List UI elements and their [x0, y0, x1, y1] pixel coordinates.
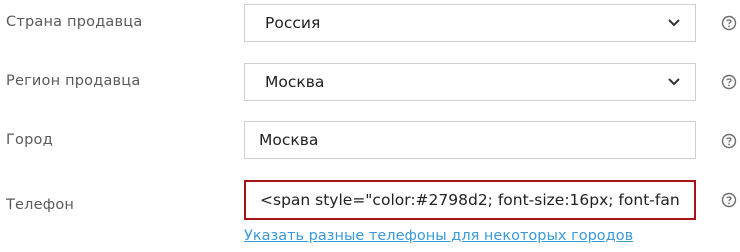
phone-value: <span style="color:#2798d2; font-size:16…: [260, 191, 680, 209]
different-phones-link[interactable]: Указать разные телефоны для некоторых го…: [244, 228, 633, 244]
seller-region-select[interactable]: Москва: [244, 63, 696, 101]
seller-country-select[interactable]: Россия: [244, 4, 696, 42]
phone-label: Телефон: [6, 197, 75, 213]
question-circle-icon[interactable]: [721, 192, 737, 208]
seller-region-value: Москва: [265, 73, 325, 91]
city-label: Город: [6, 132, 53, 148]
city-value: Москва: [259, 131, 319, 149]
chevron-down-icon: [667, 16, 681, 30]
question-circle-icon[interactable]: [721, 74, 737, 90]
phone-input[interactable]: <span style="color:#2798d2; font-size:16…: [244, 180, 696, 220]
chevron-down-icon: [667, 75, 681, 89]
question-circle-icon[interactable]: [721, 15, 737, 31]
city-input[interactable]: Москва: [244, 121, 696, 159]
seller-region-label: Регион продавца: [6, 73, 141, 89]
seller-country-label: Страна продавца: [6, 14, 143, 30]
question-circle-icon[interactable]: [721, 133, 737, 149]
seller-country-value: Россия: [265, 14, 321, 32]
